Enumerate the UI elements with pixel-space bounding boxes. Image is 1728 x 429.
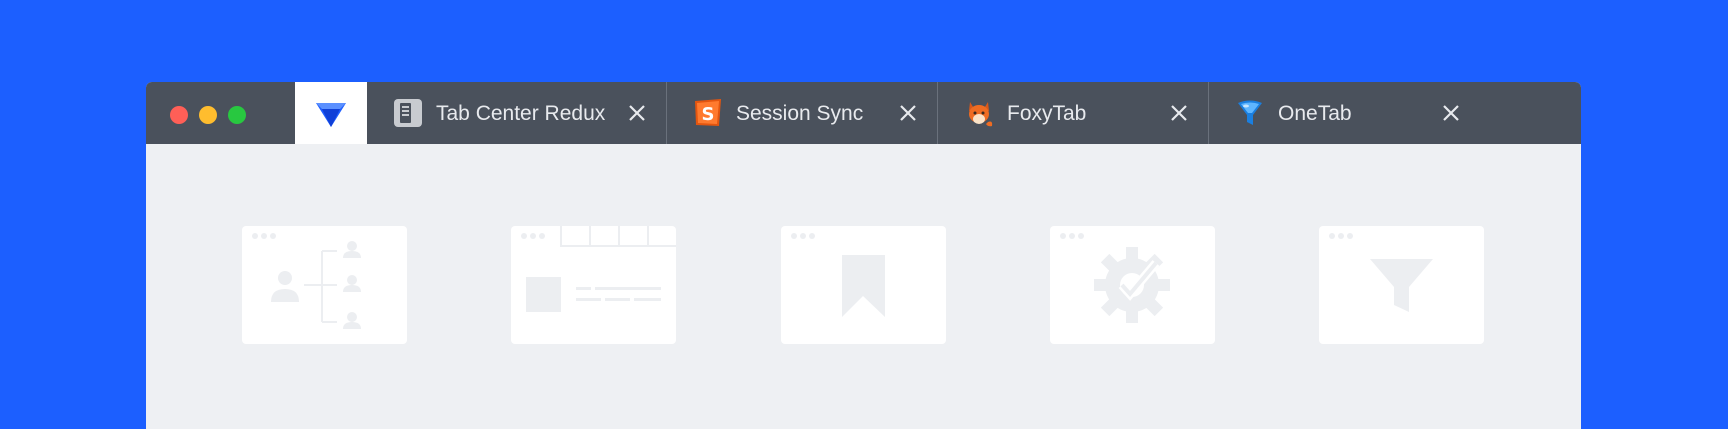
placeholder-card-bookmark bbox=[781, 226, 946, 344]
tab-label: Session Sync bbox=[736, 102, 864, 125]
tab-onetab[interactable]: OneTab bbox=[1209, 82, 1481, 144]
filter-icon bbox=[1329, 233, 1433, 312]
placeholder-card-filter bbox=[1319, 226, 1484, 344]
tab-layout-icon bbox=[521, 226, 676, 312]
placeholder-card-tab-layout bbox=[511, 226, 676, 344]
placeholder-card-gear-check bbox=[1050, 226, 1215, 344]
tab-label: OneTab bbox=[1278, 102, 1352, 125]
tab-session-sync[interactable]: S Session Sync bbox=[667, 82, 938, 144]
tab-label: FoxyTab bbox=[1007, 102, 1087, 125]
gear-check-icon bbox=[1060, 233, 1170, 323]
close-icon[interactable] bbox=[1169, 103, 1189, 123]
close-icon[interactable] bbox=[1441, 103, 1461, 123]
close-window-button[interactable] bbox=[170, 106, 188, 124]
tab-bar: Tab Center Redux S Session Sync FoxyTab … bbox=[146, 82, 1581, 144]
document-icon bbox=[394, 99, 422, 127]
s-logo-icon: S bbox=[695, 99, 721, 126]
tab-label: Tab Center Redux bbox=[436, 102, 606, 125]
tab-tab-center-redux[interactable]: Tab Center Redux bbox=[367, 82, 667, 144]
placeholder-card-org-chart bbox=[242, 226, 407, 344]
pinned-tab[interactable] bbox=[295, 82, 367, 144]
close-icon[interactable] bbox=[898, 103, 918, 123]
minimize-window-button[interactable] bbox=[199, 106, 217, 124]
blue-gem-icon bbox=[316, 103, 346, 127]
bookmark-icon bbox=[791, 233, 885, 317]
org-chart-icon bbox=[252, 233, 361, 329]
funnel-icon bbox=[1238, 100, 1262, 125]
tab-foxytab[interactable]: FoxyTab bbox=[938, 82, 1209, 144]
fox-icon bbox=[969, 102, 993, 127]
browser-window: Tab Center Redux S Session Sync FoxyTab … bbox=[146, 82, 1581, 429]
svg-text:S: S bbox=[702, 104, 715, 125]
zoom-window-button[interactable] bbox=[228, 106, 246, 124]
close-icon[interactable] bbox=[627, 103, 647, 123]
